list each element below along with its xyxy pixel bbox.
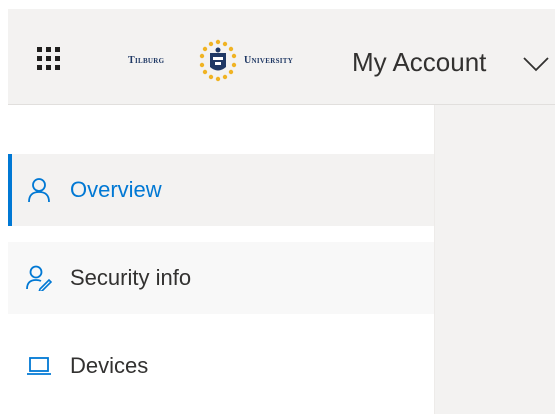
sidebar-item-overview[interactable]: Overview	[8, 154, 434, 226]
logo-emblem-icon	[199, 39, 237, 82]
page-frame: Tilburg University My Account Overview S…	[0, 0, 555, 414]
header-bar: Tilburg University My Account	[8, 9, 555, 105]
sidebar-item-label: Overview	[70, 177, 162, 202]
university-logo[interactable]: Tilburg University	[116, 35, 318, 85]
sidebar-item-devices[interactable]: Devices	[8, 330, 434, 402]
sidebar-item-label: Devices	[70, 353, 149, 378]
top-border	[0, 0, 555, 9]
person-key-icon	[26, 265, 52, 291]
person-icon	[28, 178, 50, 203]
selected-indicator	[8, 154, 12, 226]
page-title: My Account	[352, 47, 487, 77]
content-area	[434, 105, 555, 414]
sidebar: Overview Security info Devices	[8, 105, 434, 414]
chevron-down-icon[interactable]	[521, 49, 551, 79]
logo-left-text: Tilburg	[128, 55, 165, 66]
logo-right-text: University	[244, 55, 294, 66]
waffle-icon[interactable]	[37, 47, 61, 71]
laptop-icon	[27, 357, 51, 375]
sidebar-item-security-info[interactable]: Security info	[8, 242, 434, 314]
sidebar-item-label: Security info	[70, 265, 192, 290]
